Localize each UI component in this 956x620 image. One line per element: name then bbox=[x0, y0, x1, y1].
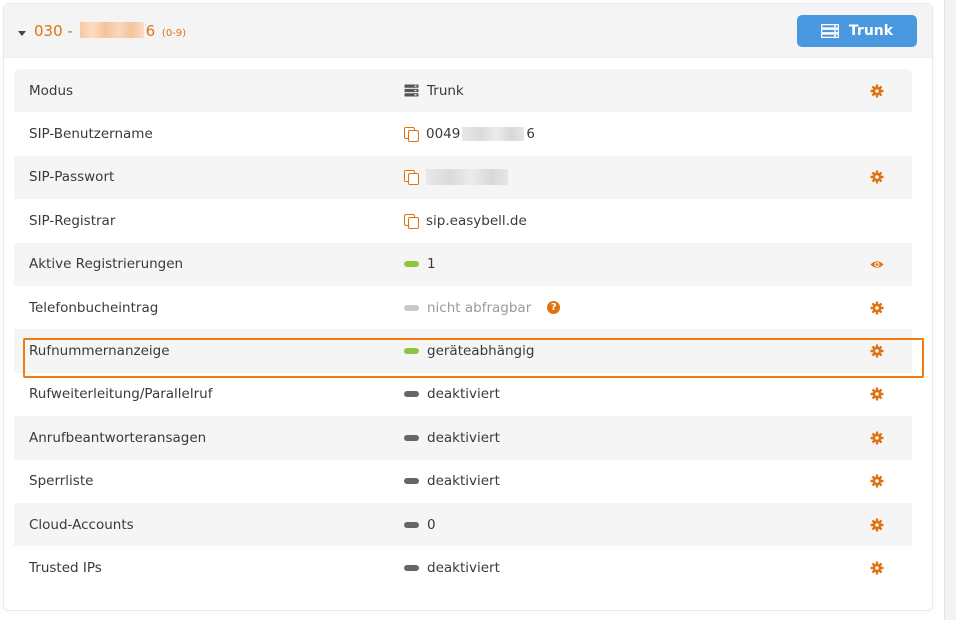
status-indicator bbox=[404, 391, 419, 398]
row-value bbox=[404, 169, 508, 186]
gear-icon[interactable] bbox=[870, 170, 884, 184]
row-telefonbucheintrag: Telefonbucheintrag nicht abfragbar ? bbox=[14, 286, 912, 329]
redacted-password bbox=[426, 169, 508, 186]
row-trusted-ips: Trusted IPs deaktiviert bbox=[14, 546, 912, 589]
copy-icon[interactable] bbox=[404, 213, 419, 229]
gear-icon[interactable] bbox=[870, 518, 884, 532]
gear-icon[interactable] bbox=[870, 431, 884, 445]
value-text: deaktiviert bbox=[427, 386, 500, 403]
row-sperrliste: Sperrliste deaktiviert bbox=[14, 460, 912, 503]
row-value: Trunk bbox=[404, 83, 464, 99]
value-text: Trunk bbox=[427, 82, 464, 99]
row-label: Rufweiterleitung/Parallelruf bbox=[29, 386, 213, 403]
row-value: deaktiviert bbox=[404, 430, 500, 446]
copy-icon[interactable] bbox=[404, 170, 419, 186]
number-range: (0-9) bbox=[161, 28, 187, 39]
phone-number-title[interactable]: 030 - 6 (0-9) bbox=[34, 22, 186, 40]
row-label: SIP-Benutzername bbox=[29, 126, 153, 143]
row-label: Rufnummernanzeige bbox=[29, 343, 170, 360]
redacted-digits bbox=[79, 22, 144, 38]
gear-icon[interactable] bbox=[870, 301, 884, 315]
row-cloud-accounts: Cloud-Accounts 0 bbox=[14, 502, 912, 547]
value-text: nicht abfragbar bbox=[427, 299, 532, 316]
status-indicator bbox=[404, 304, 419, 311]
row-value: 0 bbox=[404, 517, 436, 533]
status-indicator bbox=[404, 261, 419, 268]
settings-table: Modus Trunk SIP-Benutzername 0049 6 SIP-… bbox=[14, 69, 912, 590]
value-text: 0 bbox=[427, 516, 436, 533]
row-label: SIP-Registrar bbox=[29, 212, 116, 229]
status-indicator bbox=[404, 348, 419, 355]
value-suffix: 6 bbox=[526, 126, 535, 143]
eye-icon[interactable] bbox=[870, 257, 884, 271]
value-prefix: 0049 bbox=[426, 126, 461, 143]
value-text: deaktiviert bbox=[427, 429, 500, 446]
value-text: geräteabhängig bbox=[427, 343, 535, 360]
number-prefix: 030 - bbox=[34, 22, 73, 40]
row-value: 0049 6 bbox=[404, 126, 535, 143]
copy-icon[interactable] bbox=[404, 127, 419, 143]
server-icon bbox=[404, 84, 419, 97]
number-suffix: 6 bbox=[145, 22, 156, 40]
row-label: Trusted IPs bbox=[29, 559, 102, 576]
gear-icon[interactable] bbox=[870, 387, 884, 401]
caret-down-icon[interactable] bbox=[18, 31, 26, 36]
row-label: SIP-Passwort bbox=[29, 169, 115, 186]
redacted-digits bbox=[462, 127, 525, 142]
row-anrufbeantworteransagen: Anrufbeantworteransagen deaktiviert bbox=[14, 416, 912, 460]
card-header[interactable]: 030 - 6 (0-9) Trunk bbox=[4, 4, 932, 58]
row-value: deaktiviert bbox=[404, 473, 500, 489]
row-label: Sperrliste bbox=[29, 473, 94, 490]
status-indicator bbox=[404, 478, 419, 485]
help-icon[interactable]: ? bbox=[547, 301, 561, 315]
row-value: sip.easybell.de bbox=[404, 213, 527, 229]
trunk-mode-button[interactable]: Trunk bbox=[797, 15, 917, 47]
gear-icon[interactable] bbox=[870, 84, 884, 98]
value-text: sip.easybell.de bbox=[426, 212, 527, 229]
gear-icon[interactable] bbox=[870, 344, 884, 358]
row-sip-passwort: SIP-Passwort bbox=[14, 155, 912, 200]
row-value: geräteabhängig bbox=[404, 343, 534, 359]
status-indicator bbox=[404, 521, 419, 528]
row-modus: Modus Trunk bbox=[14, 69, 912, 113]
status-indicator bbox=[404, 434, 419, 441]
row-label: Telefonbucheintrag bbox=[29, 299, 159, 316]
row-aktive-registrierungen: Aktive Registrierungen 1 bbox=[14, 242, 912, 286]
row-value: deaktiviert bbox=[404, 560, 500, 576]
gear-icon[interactable] bbox=[870, 474, 884, 488]
value-text: 1 bbox=[427, 256, 436, 273]
trunk-button-label: Trunk bbox=[848, 23, 894, 39]
row-rufweiterleitung: Rufweiterleitung/Parallelruf deaktiviert bbox=[14, 373, 912, 416]
scrollbar-track[interactable] bbox=[944, 0, 956, 620]
row-value: 1 bbox=[404, 256, 436, 272]
row-rufnummernanzeige: Rufnummernanzeige geräteabhängig bbox=[14, 329, 912, 373]
value-text: deaktiviert bbox=[427, 473, 500, 490]
server-icon bbox=[820, 24, 839, 38]
row-sip-benutzername: SIP-Benutzername 0049 6 bbox=[14, 112, 912, 155]
value-text: deaktiviert bbox=[427, 559, 500, 576]
gear-icon[interactable] bbox=[870, 561, 884, 575]
status-indicator bbox=[404, 564, 419, 571]
row-label: Cloud-Accounts bbox=[29, 516, 134, 533]
row-label: Aktive Registrierungen bbox=[29, 256, 184, 273]
row-sip-registrar: SIP-Registrar sip.easybell.de bbox=[14, 199, 912, 242]
row-value: nicht abfragbar ? bbox=[404, 299, 561, 316]
row-value: deaktiviert bbox=[404, 386, 500, 402]
row-label: Anrufbeantworteransagen bbox=[29, 429, 207, 446]
row-label: Modus bbox=[29, 82, 74, 99]
